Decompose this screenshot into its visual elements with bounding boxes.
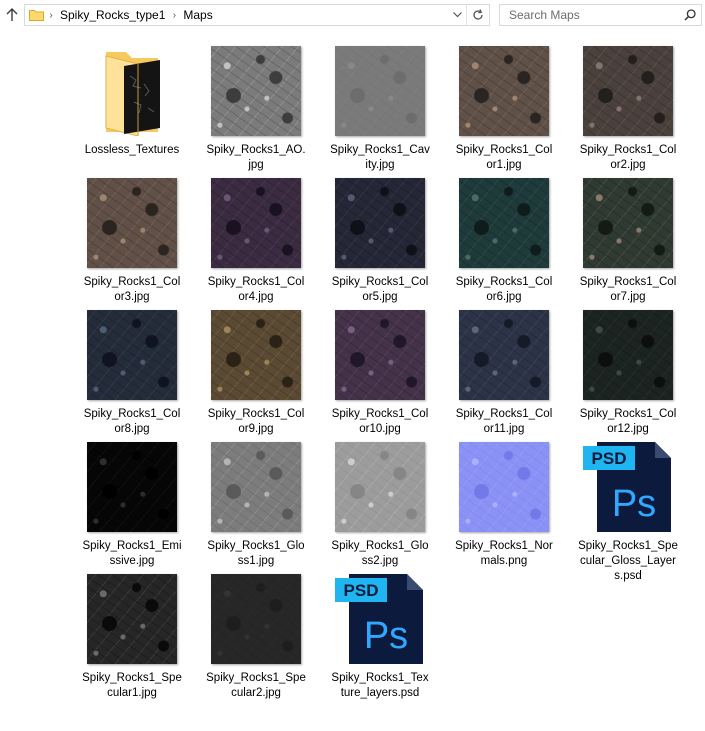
image-thumbnail[interactable] (459, 46, 549, 136)
item-name-label: Spiky_Rocks1_Cavity.jpg (330, 144, 430, 171)
item-thumbnail-area[interactable] (448, 40, 560, 136)
file-item[interactable]: Spiky_Rocks1_Cavity.jpg (324, 40, 436, 173)
item-name-label: Spiky_Rocks1_Color12.jpg (579, 408, 677, 435)
item-name-label: Lossless_Textures (84, 144, 180, 156)
folder-item[interactable]: Lossless_Textures (76, 40, 188, 158)
item-name-label: Spiky_Rocks1_Normals.png (455, 540, 553, 567)
file-list: Lossless_Textures Spiky_Rocks1_AO.jpg Spik… (0, 0, 705, 731)
image-thumbnail[interactable] (87, 574, 177, 664)
file-item[interactable]: Spiky_Rocks1_Normals.png (448, 436, 560, 569)
image-thumbnail[interactable] (211, 310, 301, 400)
image-thumbnail[interactable] (87, 178, 177, 268)
file-item[interactable]: Spiky_Rocks1_Color9.jpg (200, 304, 312, 437)
item-thumbnail-area[interactable] (448, 436, 560, 532)
item-thumbnail-area[interactable]: PSD Ps (572, 436, 684, 532)
item-thumbnail-area[interactable] (324, 40, 436, 136)
item-thumbnail-area[interactable] (448, 304, 560, 400)
file-explorer-window: › Spiky_Rocks_type1 › Maps Search Maps L… (0, 0, 705, 731)
item-name-label: Spiky_Rocks1_Specular2.jpg (206, 672, 306, 699)
item-thumbnail-area[interactable] (76, 304, 188, 400)
image-thumbnail[interactable] (211, 442, 301, 532)
item-thumbnail-area[interactable] (76, 436, 188, 532)
image-thumbnail[interactable] (583, 46, 673, 136)
item-name-label: Spiky_Rocks1_Color2.jpg (579, 144, 677, 171)
item-name-label: Spiky_Rocks1_Color6.jpg (455, 276, 553, 303)
item-name-label: Spiky_Rocks1_Color10.jpg (331, 408, 429, 435)
file-item[interactable]: Spiky_Rocks1_Color1.jpg (448, 40, 560, 173)
item-thumbnail-area[interactable] (76, 568, 188, 664)
photoshop-psd-icon: PSD Ps (583, 442, 671, 532)
file-item[interactable]: Spiky_Rocks1_Gloss2.jpg (324, 436, 436, 569)
image-thumbnail[interactable] (211, 46, 301, 136)
file-item[interactable]: Spiky_Rocks1_Color5.jpg (324, 172, 436, 305)
item-name-label: Spiky_Rocks1_Color1.jpg (455, 144, 553, 171)
item-thumbnail-area[interactable] (200, 436, 312, 532)
image-thumbnail[interactable] (87, 310, 177, 400)
image-thumbnail[interactable] (87, 442, 177, 532)
image-thumbnail[interactable] (211, 574, 301, 664)
file-item[interactable]: Spiky_Rocks1_Color6.jpg (448, 172, 560, 305)
item-thumbnail-area[interactable] (324, 172, 436, 268)
item-thumbnail-area[interactable] (200, 40, 312, 136)
image-thumbnail[interactable] (583, 178, 673, 268)
file-item[interactable]: Spiky_Rocks1_AO.jpg (200, 40, 312, 173)
item-name-label: Spiky_Rocks1_Color8.jpg (83, 408, 181, 435)
svg-text:Ps: Ps (612, 483, 656, 525)
item-thumbnail-area[interactable] (572, 40, 684, 136)
item-thumbnail-area[interactable] (200, 304, 312, 400)
file-item[interactable]: Spiky_Rocks1_Color12.jpg (572, 304, 684, 437)
item-name-label: Spiky_Rocks1_Color9.jpg (207, 408, 305, 435)
item-name-label: Spiky_Rocks1_Specular1.jpg (82, 672, 182, 699)
item-thumbnail-area[interactable] (572, 172, 684, 268)
item-name-label: Spiky_Rocks1_Specular_Gloss_Layers.psd (578, 540, 678, 582)
file-item[interactable]: Spiky_Rocks1_Emissive.jpg (76, 436, 188, 569)
image-thumbnail[interactable] (335, 178, 425, 268)
item-thumbnail-area[interactable] (200, 172, 312, 268)
item-name-label: Spiky_Rocks1_Emissive.jpg (82, 540, 182, 567)
image-thumbnail[interactable] (459, 310, 549, 400)
item-name-label: Spiky_Rocks1_Color5.jpg (331, 276, 429, 303)
item-name-label: Spiky_Rocks1_Color3.jpg (83, 276, 181, 303)
image-thumbnail[interactable] (335, 310, 425, 400)
image-thumbnail[interactable] (459, 178, 549, 268)
folder-icon (105, 52, 160, 136)
item-name-label: Spiky_Rocks1_Texture_layers.psd (331, 672, 429, 699)
item-thumbnail-area[interactable] (572, 304, 684, 400)
image-thumbnail[interactable] (459, 442, 549, 532)
item-thumbnail-area[interactable] (76, 40, 188, 136)
item-name-label: Spiky_Rocks1_Color11.jpg (455, 408, 553, 435)
file-item[interactable]: Spiky_Rocks1_Color2.jpg (572, 40, 684, 173)
file-item[interactable]: Spiky_Rocks1_Color4.jpg (200, 172, 312, 305)
image-thumbnail[interactable] (335, 442, 425, 532)
file-item[interactable]: Spiky_Rocks1_Gloss1.jpg (200, 436, 312, 569)
item-name-label: Spiky_Rocks1_Gloss1.jpg (207, 540, 305, 567)
item-thumbnail-area[interactable]: PSD Ps (324, 568, 436, 664)
file-item[interactable]: Spiky_Rocks1_Color10.jpg (324, 304, 436, 437)
item-thumbnail-area[interactable] (324, 436, 436, 532)
item-thumbnail-area[interactable] (200, 568, 312, 664)
image-thumbnail[interactable] (335, 46, 425, 136)
file-item[interactable]: Spiky_Rocks1_Color8.jpg (76, 304, 188, 437)
file-item[interactable]: PSD Ps Spiky_Rocks1_Specular_Gloss_Layer… (572, 436, 684, 584)
photoshop-psd-icon: PSD Ps (335, 574, 423, 664)
item-thumbnail-area[interactable] (76, 172, 188, 268)
svg-text:PSD: PSD (344, 581, 379, 600)
file-item[interactable]: PSD Ps Spiky_Rocks1_Texture_layers.psd (324, 568, 436, 701)
item-thumbnail-area[interactable] (448, 172, 560, 268)
svg-text:PSD: PSD (592, 449, 627, 468)
item-name-label: Spiky_Rocks1_Gloss2.jpg (331, 540, 429, 567)
item-name-label: Spiky_Rocks1_Color7.jpg (579, 276, 677, 303)
file-item[interactable]: Spiky_Rocks1_Color3.jpg (76, 172, 188, 305)
image-thumbnail[interactable] (583, 310, 673, 400)
item-name-label: Spiky_Rocks1_Color4.jpg (207, 276, 305, 303)
item-name-label: Spiky_Rocks1_AO.jpg (206, 144, 306, 171)
file-item[interactable]: Spiky_Rocks1_Specular2.jpg (200, 568, 312, 701)
file-item[interactable]: Spiky_Rocks1_Color11.jpg (448, 304, 560, 437)
image-thumbnail[interactable] (211, 178, 301, 268)
svg-text:Ps: Ps (364, 615, 408, 657)
file-item[interactable]: Spiky_Rocks1_Specular1.jpg (76, 568, 188, 701)
item-thumbnail-area[interactable] (324, 304, 436, 400)
file-item[interactable]: Spiky_Rocks1_Color7.jpg (572, 172, 684, 305)
